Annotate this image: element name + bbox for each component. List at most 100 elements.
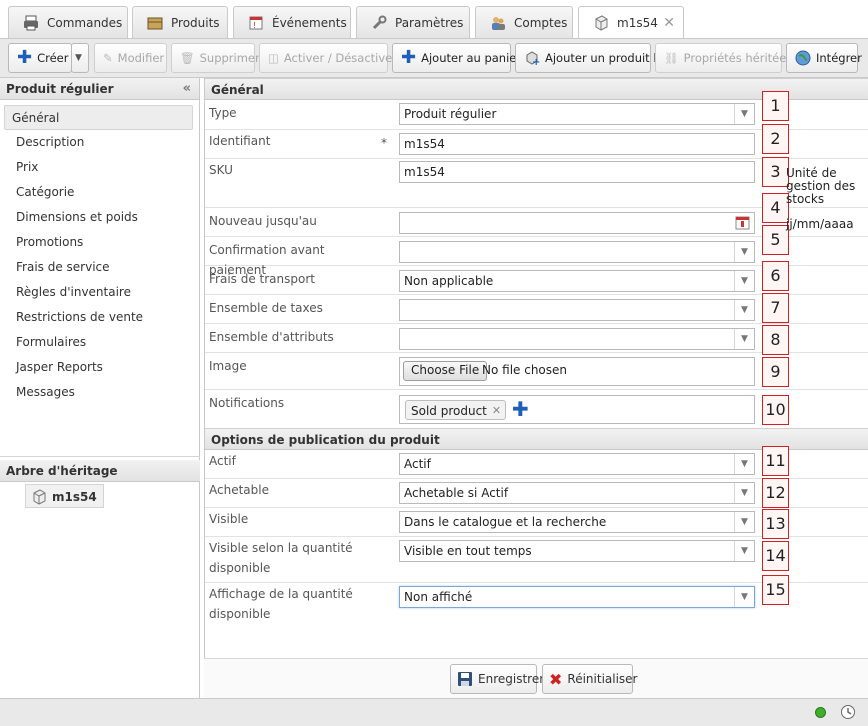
marker-3: 3 (762, 157, 789, 187)
integrate-button[interactable]: Intégrer (786, 43, 862, 73)
delete-button[interactable]: 🗑 Supprimer (171, 43, 260, 73)
date-format-hint: jj/mm/aaaa (786, 217, 854, 231)
nav-item-frais-service[interactable]: Frais de service (4, 255, 193, 280)
chevron-down-icon: ▼ (734, 587, 754, 607)
buyable-select[interactable]: Achetable si Actif ▼ (399, 482, 755, 504)
tab-comptes[interactable]: Comptes (475, 6, 573, 38)
nav-item-regles-inventaire[interactable]: Règles d'inventaire (4, 280, 193, 305)
activate-toggle-button[interactable]: ◫ Activer / Désactiver (259, 43, 397, 73)
nav-item-prix[interactable]: Prix (4, 155, 193, 180)
field-label: Notifications (209, 396, 285, 410)
qty-display-value: Non affiché (404, 590, 473, 604)
create-dropdown-button[interactable]: ▼ (71, 43, 89, 73)
nav-item-jasper-reports[interactable]: Jasper Reports (4, 355, 193, 380)
marker-9: 9 (762, 357, 789, 387)
confirmation-select[interactable]: ▼ (399, 241, 755, 263)
choose-file-button[interactable]: Choose File (403, 361, 488, 381)
taxes-select[interactable]: ▼ (399, 299, 755, 321)
type-select[interactable]: Produit régulier ▼ (399, 103, 755, 125)
chevron-down-icon: ▼ (734, 329, 754, 349)
buyable-value: Achetable si Actif (404, 486, 509, 500)
field-label: Identifiant (209, 134, 271, 148)
notifications-tag-input[interactable]: Sold product ✕ ✚ (399, 395, 755, 424)
visible-select[interactable]: Dans le catalogue et la recherche ▼ (399, 511, 755, 533)
add-notification-icon[interactable]: ✚ (512, 399, 529, 419)
field-label: Ensemble d'attributs (209, 330, 334, 344)
panel-header: Produit régulier « (0, 78, 199, 100)
tab-product-m1s54[interactable]: m1s54 ✕ (578, 6, 684, 39)
active-select[interactable]: Actif ▼ (399, 453, 755, 475)
modify-button[interactable]: ✎ Modifier (94, 43, 167, 73)
visible-value: Dans le catalogue et la recherche (404, 515, 607, 529)
nav-item-promotions[interactable]: Promotions (4, 230, 193, 255)
reset-label: Réinitialiser (567, 672, 638, 686)
visible-qty-value: Visible en tout temps (404, 544, 532, 558)
main-form: Général Type Produit régulier ▼ Identifi… (204, 78, 868, 698)
chevron-down-icon: ▼ (734, 242, 754, 262)
globe-icon (795, 50, 811, 66)
toggle-icon: ◫ (268, 51, 279, 65)
field-label: SKU (209, 163, 233, 177)
calendar-icon[interactable] (735, 215, 751, 231)
qty-display-select[interactable]: Non affiché ▼ (399, 586, 755, 608)
close-icon[interactable]: ✕ (663, 15, 675, 31)
inheritance-tree-header: Arbre d'héritage (0, 460, 200, 482)
add-linked-product-button[interactable]: + Ajouter un produit lié (515, 43, 667, 73)
nav-item-messages[interactable]: Messages (4, 380, 193, 405)
attributes-select[interactable]: ▼ (399, 328, 755, 350)
file-status: No file chosen (482, 363, 568, 377)
collapse-icon[interactable]: « (183, 81, 191, 96)
product-icon (593, 15, 609, 31)
tree-node[interactable]: m1s54 (25, 484, 104, 508)
save-button[interactable]: Enregistrer (450, 664, 544, 694)
tab-label: Paramètres (395, 15, 464, 30)
reset-button[interactable]: ✖ Réinitialiser (542, 664, 638, 694)
tab-label: Commandes (47, 15, 123, 30)
marker-7: 7 (762, 293, 789, 323)
save-label: Enregistrer (478, 672, 545, 686)
chevron-down-icon: ▼ (734, 271, 754, 291)
type-value: Produit régulier (404, 107, 497, 121)
history-icon[interactable] (840, 704, 857, 721)
marker-11: 11 (762, 446, 789, 476)
nav-item-description[interactable]: Description (4, 130, 193, 155)
marker-8: 8 (762, 325, 789, 355)
tab-commandes[interactable]: Commandes (8, 6, 128, 38)
field-label: Affichage de la quantité disponible (209, 587, 353, 621)
modify-label: Modifier (117, 51, 165, 65)
nav-item-dimensions[interactable]: Dimensions et poids (4, 205, 193, 230)
visible-qty-select[interactable]: Visible en tout temps ▼ (399, 540, 755, 562)
tab-evenements[interactable]: ! Événements (233, 6, 351, 38)
wrench-icon (371, 15, 387, 31)
nav-item-restrictions-vente[interactable]: Restrictions de vente (4, 305, 193, 330)
svg-text:!: ! (253, 21, 256, 30)
identifier-input[interactable]: m1s54 (399, 133, 755, 155)
field-label: Achetable (209, 483, 269, 497)
new-until-date-input[interactable] (399, 212, 755, 234)
inherited-properties-button[interactable]: ⛓ Propriétés héritées (655, 43, 792, 73)
panel-title: Produit régulier (6, 82, 114, 96)
product-icon (31, 489, 47, 505)
remove-tag-icon[interactable]: ✕ (492, 404, 501, 417)
tree-title: Arbre d'héritage (6, 464, 118, 478)
sku-input[interactable]: m1s54 (399, 161, 755, 183)
marker-13: 13 (762, 509, 789, 539)
form-footer: Enregistrer ✖ Réinitialiser (204, 658, 868, 698)
marker-2: 2 (762, 124, 789, 154)
marker-6: 6 (762, 261, 789, 291)
delete-label: Supprimer (199, 51, 260, 65)
marker-12: 12 (762, 478, 789, 508)
nav-item-categorie[interactable]: Catégorie (4, 180, 193, 205)
nav-item-formulaires[interactable]: Formulaires (4, 330, 193, 355)
add-to-cart-button[interactable]: ✚ Ajouter au panier (392, 43, 521, 73)
create-button[interactable]: ✚ Créer (8, 43, 72, 73)
shipping-select[interactable]: Non applicable ▼ (399, 270, 755, 292)
marker-10: 10 (762, 395, 789, 425)
marker-4: 4 (762, 193, 789, 223)
tab-produits[interactable]: Produits (132, 6, 228, 38)
tab-parametres[interactable]: Paramètres (356, 6, 470, 38)
marker-5: 5 (762, 225, 789, 255)
nav-item-general[interactable]: Général (4, 105, 193, 130)
status-bar (0, 698, 868, 726)
field-label: Actif (209, 454, 236, 468)
